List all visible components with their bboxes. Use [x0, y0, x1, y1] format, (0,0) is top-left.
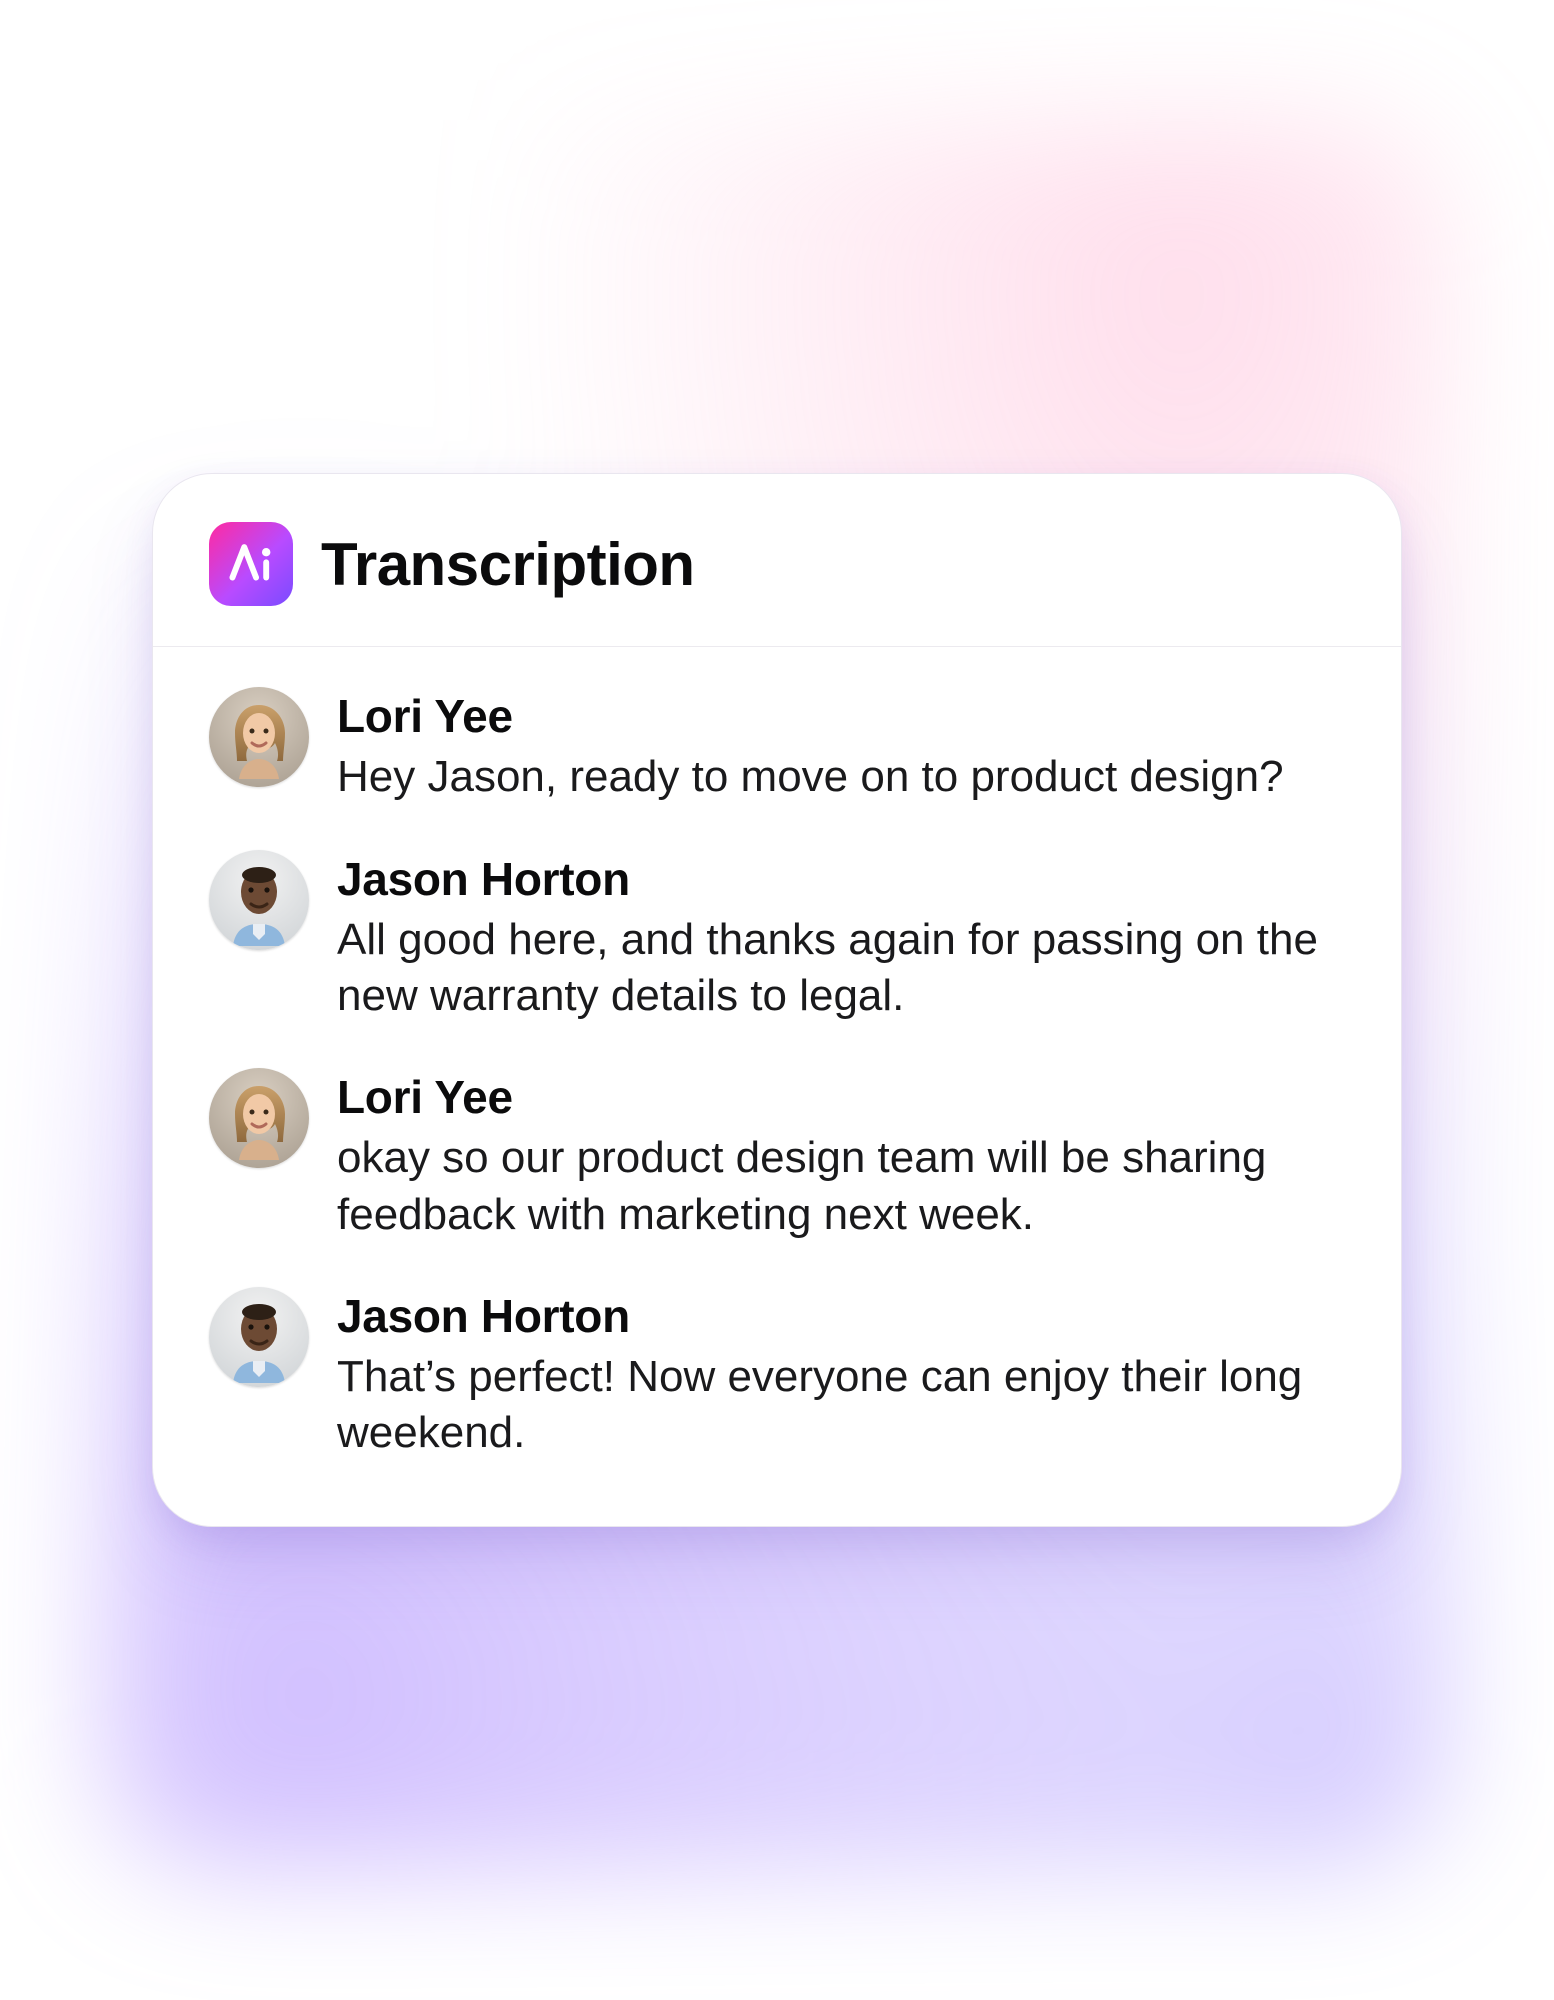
- message-list: Lori Yee Hey Jason, ready to move on to …: [153, 647, 1401, 1525]
- speaker-name: Jason Horton: [337, 852, 1345, 906]
- message-text: All good here, and thanks again for pass…: [337, 912, 1345, 1025]
- speaker-name: Lori Yee: [337, 689, 1345, 743]
- transcription-card: Transcription: [152, 473, 1402, 1526]
- message-item: Jason Horton That’s perfect! Now everyon…: [209, 1287, 1345, 1462]
- message-item: Jason Horton All good here, and thanks a…: [209, 850, 1345, 1025]
- message-body: Lori Yee okay so our product design team…: [337, 1068, 1345, 1243]
- ai-icon: [209, 522, 293, 606]
- card-header: Transcription: [153, 474, 1401, 647]
- speaker-name: Jason Horton: [337, 1289, 1345, 1343]
- card-title: Transcription: [321, 530, 695, 599]
- message-item: Lori Yee okay so our product design team…: [209, 1068, 1345, 1243]
- message-body: Lori Yee Hey Jason, ready to move on to …: [337, 687, 1345, 805]
- message-text: That’s perfect! Now everyone can enjoy t…: [337, 1349, 1345, 1462]
- avatar-lori: [209, 687, 309, 787]
- message-item: Lori Yee Hey Jason, ready to move on to …: [209, 687, 1345, 805]
- message-text: Hey Jason, ready to move on to product d…: [337, 749, 1345, 805]
- message-body: Jason Horton That’s perfect! Now everyon…: [337, 1287, 1345, 1462]
- avatar-lori: [209, 1068, 309, 1168]
- avatar-jason: [209, 1287, 309, 1387]
- avatar-jason: [209, 850, 309, 950]
- message-body: Jason Horton All good here, and thanks a…: [337, 850, 1345, 1025]
- message-text: okay so our product design team will be …: [337, 1130, 1345, 1243]
- speaker-name: Lori Yee: [337, 1070, 1345, 1124]
